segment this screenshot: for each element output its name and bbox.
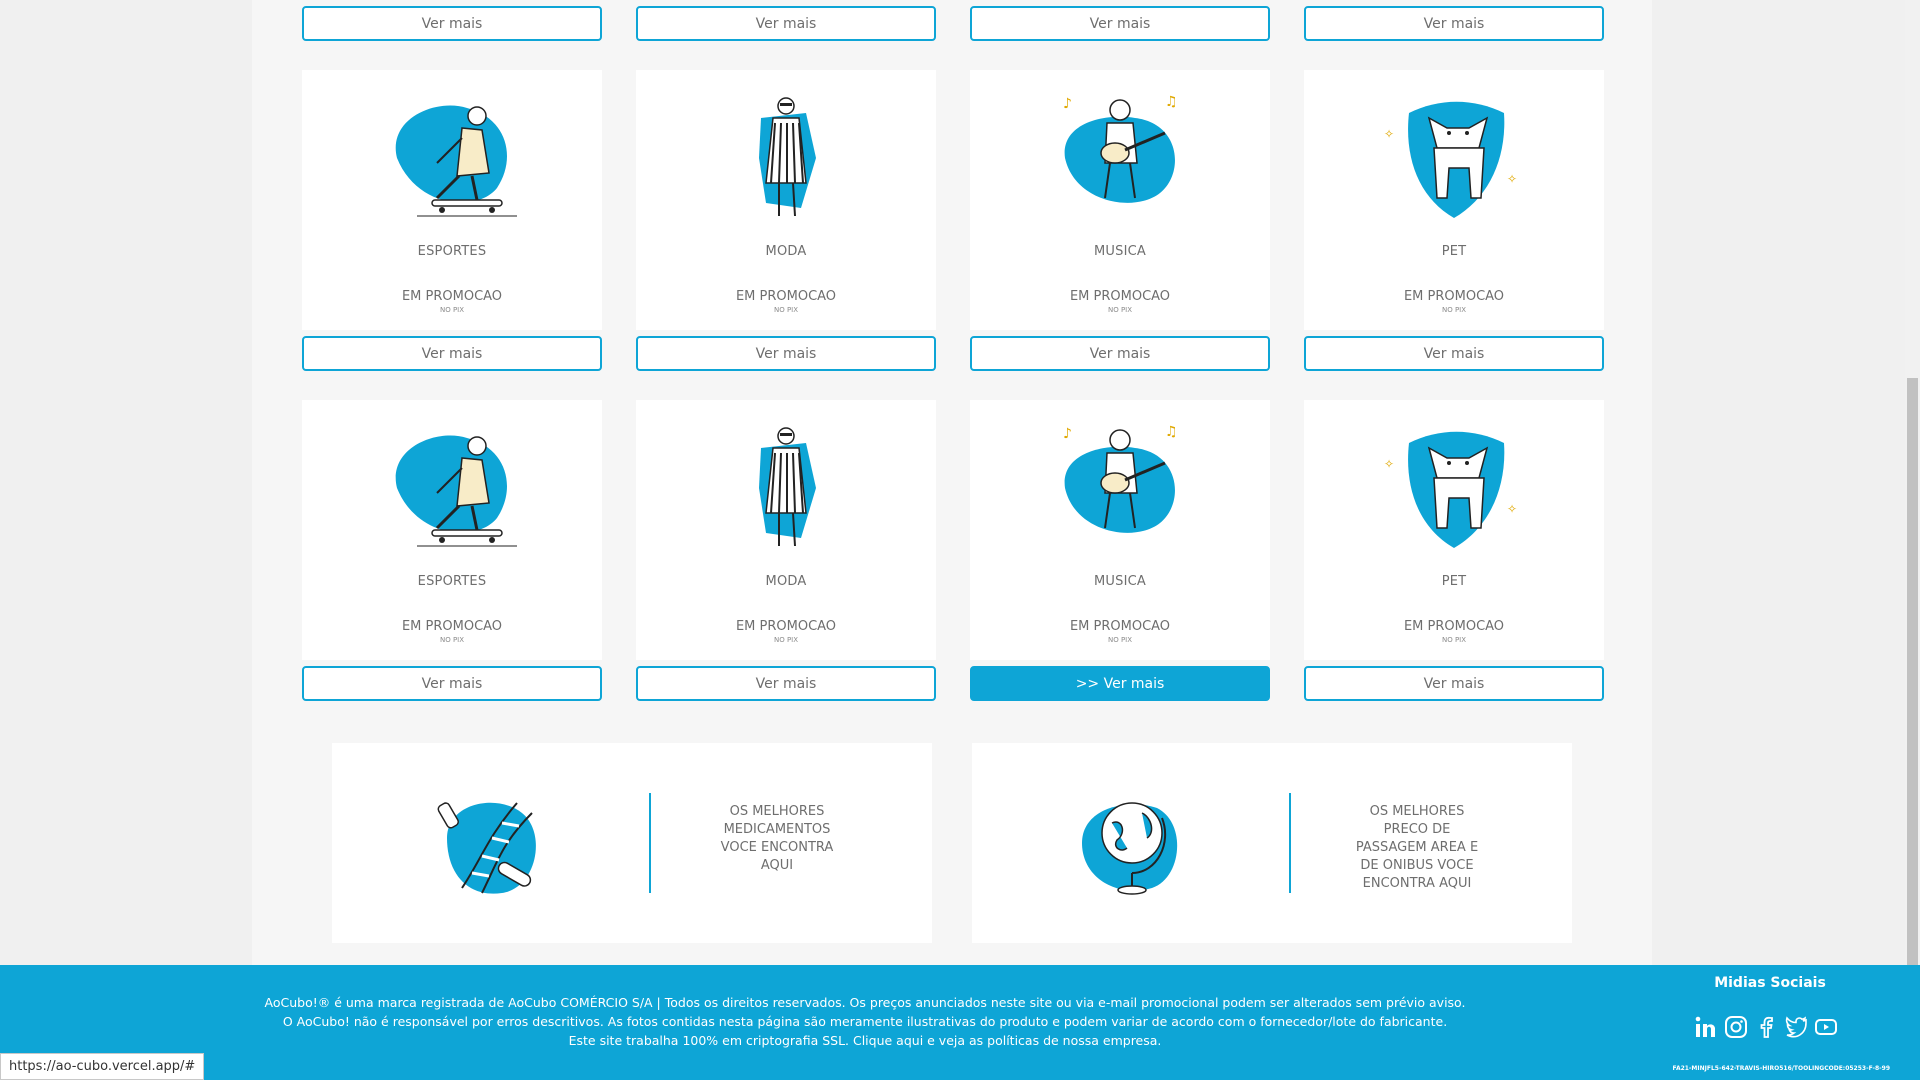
svg-text:✧: ✧	[1507, 502, 1517, 516]
category-name: MODA	[765, 574, 807, 589]
globe-icon	[1082, 802, 1178, 895]
pix-label: NO PIX	[439, 636, 465, 644]
category-name: ESPORTES	[417, 244, 487, 259]
medicine-banner[interactable]: OS MELHORES MEDICAMENTOS VOCE ENCONTRA A…	[332, 743, 932, 943]
ver-mais-button-hovered[interactable]: >> Ver mais	[970, 666, 1270, 701]
youtube-icon[interactable]	[1814, 1015, 1838, 1039]
footer: AoCubo!® é uma marca registrada de AoCub…	[0, 965, 1920, 1080]
pix-label: NO PIX	[1441, 636, 1467, 644]
svg-text:♫: ♫	[1165, 94, 1178, 110]
promo-label: EM PROMOCAO	[735, 289, 837, 304]
instagram-icon[interactable]	[1724, 1015, 1748, 1039]
ver-mais-button[interactable]: Ver mais	[1304, 336, 1604, 371]
promo-label: EM PROMOCAO	[1403, 619, 1505, 634]
promo-label: EM PROMOCAO	[401, 619, 503, 634]
ver-mais-button[interactable]: Ver mais	[302, 666, 602, 701]
guitarist-icon: ♪ ♫	[1063, 424, 1178, 533]
ver-mais-button[interactable]: Ver mais	[636, 6, 936, 41]
ver-mais-button[interactable]: Ver mais	[636, 666, 936, 701]
linkedin-icon[interactable]	[1694, 1015, 1718, 1039]
svg-text:✧: ✧	[1384, 457, 1394, 471]
tooling-code: FA21-MINJFL5-642-TRAVIS-HIRO516/TOOLINGC…	[1672, 1065, 1890, 1072]
ver-mais-button[interactable]: Ver mais	[1304, 666, 1604, 701]
svg-text:♪: ♪	[1063, 96, 1072, 112]
twitter-icon[interactable]	[1784, 1015, 1808, 1039]
pix-label: NO PIX	[1107, 636, 1133, 644]
category-card-pet[interactable]: ✧ ✧ PET EM PROMOCAO NO PIX	[1304, 400, 1604, 660]
svg-text:✧: ✧	[1507, 172, 1517, 186]
ver-mais-button[interactable]: Ver mais	[302, 336, 602, 371]
banner-divider	[1289, 793, 1291, 893]
promo-label: EM PROMOCAO	[1069, 619, 1171, 634]
ver-mais-button[interactable]: Ver mais	[970, 336, 1270, 371]
skater-icon	[395, 105, 517, 217]
fashion-icon	[759, 427, 816, 547]
category-card-musica[interactable]: ♪ ♫ MUSICA EM PROMOCAO NO PIX	[970, 400, 1270, 660]
ver-mais-button[interactable]: Ver mais	[636, 336, 936, 371]
social-title: Midias Sociais	[1714, 975, 1826, 991]
pix-label: NO PIX	[439, 306, 465, 314]
category-name: PET	[1441, 574, 1467, 589]
dog-icon: ✧ ✧	[1384, 431, 1517, 548]
status-bar-url: https://ao-cubo.vercel.app/#	[0, 1053, 205, 1080]
ver-mais-button[interactable]: Ver mais	[970, 6, 1270, 41]
banner-text: OS MELHORES MEDICAMENTOS VOCE ENCONTRA A…	[720, 804, 834, 873]
skater-icon	[395, 435, 517, 547]
travel-banner[interactable]: OS MELHORES PRECO DE PASSAGEM AREA E DE …	[972, 743, 1572, 943]
content-area: Ver mais Ver mais Ver mais Ver mais ESPO…	[252, 0, 1652, 965]
dna-medicine-icon	[437, 802, 536, 894]
svg-text:✧: ✧	[1384, 127, 1394, 141]
category-name: MUSICA	[1094, 574, 1146, 589]
category-name: MUSICA	[1094, 244, 1146, 259]
fashion-icon	[759, 97, 816, 217]
promo-label: EM PROMOCAO	[1403, 289, 1505, 304]
category-card-moda[interactable]: MODA EM PROMOCAO NO PIX	[636, 70, 936, 330]
legal-text: AoCubo!® é uma marca registrada de AoCub…	[264, 995, 1466, 1048]
ver-mais-button[interactable]: Ver mais	[302, 6, 602, 41]
pix-label: NO PIX	[773, 636, 799, 644]
guitarist-icon: ♪ ♫	[1063, 94, 1178, 203]
pix-label: NO PIX	[1441, 306, 1467, 314]
promo-label: EM PROMOCAO	[1069, 289, 1171, 304]
promo-label: EM PROMOCAO	[735, 619, 837, 634]
pix-label: NO PIX	[773, 306, 799, 314]
category-name: MODA	[765, 244, 807, 259]
category-card-moda[interactable]: MODA EM PROMOCAO NO PIX	[636, 400, 936, 660]
category-name: ESPORTES	[417, 574, 487, 589]
dog-icon: ✧ ✧	[1384, 101, 1517, 218]
category-card-esportes[interactable]: ESPORTES EM PROMOCAO NO PIX	[302, 70, 602, 330]
promo-label: EM PROMOCAO	[401, 289, 503, 304]
svg-text:♪: ♪	[1063, 426, 1072, 442]
banner-divider	[649, 793, 651, 893]
svg-text:♫: ♫	[1165, 424, 1178, 440]
category-card-musica[interactable]: ♪ ♫ MUSICA EM PROMOCAO NO PIX	[970, 70, 1270, 330]
social-links	[1694, 1015, 1838, 1039]
category-name: PET	[1441, 244, 1467, 259]
category-card-pet[interactable]: ✧ ✧ PET EM PROMOCAO NO PIX	[1304, 70, 1604, 330]
banner-text: OS MELHORES PRECO DE PASSAGEM AREA E DE …	[1355, 804, 1479, 891]
facebook-icon[interactable]	[1754, 1015, 1778, 1039]
pix-label: NO PIX	[1107, 306, 1133, 314]
category-card-esportes[interactable]: ESPORTES EM PROMOCAO NO PIX	[302, 400, 602, 660]
ver-mais-button[interactable]: Ver mais	[1304, 6, 1604, 41]
